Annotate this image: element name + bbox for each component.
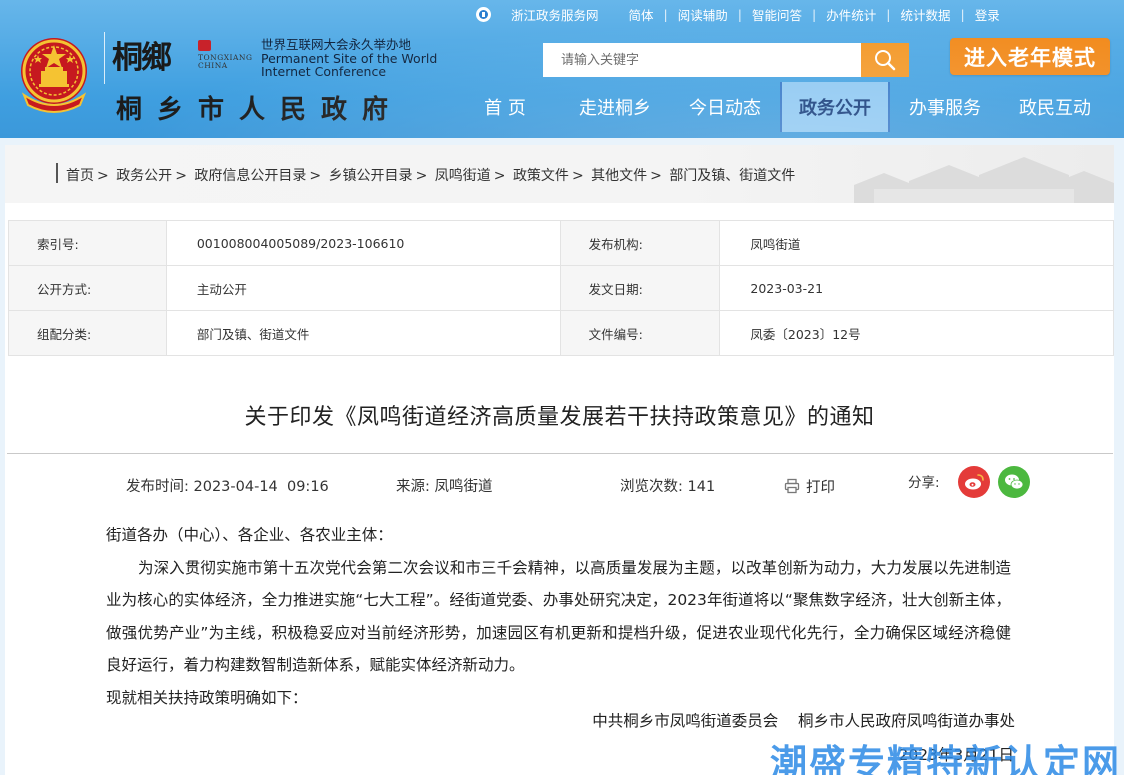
seal-icon bbox=[198, 40, 211, 51]
table-row: 索引号: 001008004005089/2023-106610 发布机构: 凤… bbox=[8, 220, 1114, 266]
document-signer: 中共桐乡市凤鸣街道委员会 桐乡市人民政府凤鸣街道办事处 bbox=[592, 712, 1015, 730]
org-value: 凤鸣街道 bbox=[719, 220, 1114, 266]
views-label: 浏览次数: bbox=[620, 479, 683, 495]
breadcrumb-other-docs[interactable]: 其他文件 bbox=[591, 168, 647, 184]
method-value: 主动公开 bbox=[165, 265, 561, 311]
building-decoration bbox=[854, 157, 1114, 203]
category-value: 部门及镇、街道文件 bbox=[165, 310, 561, 356]
breadcrumb-home[interactable]: 首页 bbox=[66, 168, 94, 184]
task-stats-link[interactable]: 办件统计 bbox=[826, 5, 876, 24]
views-value: 141 bbox=[687, 479, 716, 495]
docno-value: 凤委〔2023〕12号 bbox=[719, 310, 1114, 356]
document-body: 街道各办（中心）、各企业、各农业主体： 为深入贯彻实施市第十五次党代会第二次会议… bbox=[106, 519, 1011, 714]
share-label: 分享: bbox=[908, 475, 940, 491]
source: 来源: 凤鸣街道 bbox=[396, 475, 493, 497]
reading-aid-link[interactable]: 阅读辅助 bbox=[678, 5, 728, 24]
ai-qa-link[interactable]: 智能问答 bbox=[752, 5, 802, 24]
date-value: 2023-03-21 bbox=[719, 265, 1114, 311]
wic-slogan-en2: Internet Conference bbox=[261, 64, 387, 79]
wic-slogan-cn: 世界互联网大会永久举办地 bbox=[261, 37, 412, 52]
org-label: 发布机构: bbox=[559, 220, 721, 266]
breadcrumb: 首页 > 政务公开 > 政府信息公开目录 > 乡镇公开目录 > 凤鸣街道 > 政策文件 > … bbox=[66, 168, 796, 184]
zj-service-icon bbox=[476, 6, 491, 22]
print-icon bbox=[784, 478, 800, 494]
stats-data-link[interactable]: 统计数据 bbox=[900, 5, 950, 24]
watermark-text: 潮盛专精特新认定网 bbox=[770, 742, 1121, 775]
main-nav: 首 页 走进桐乡 今日动态 政务公开 办事服务 政民互动 bbox=[450, 82, 1110, 132]
site-name[interactable]: 桐乡市人民政府 bbox=[116, 89, 403, 126]
tongxiang-latin-logo: TONGXIANG CHINA bbox=[198, 53, 253, 70]
share-weibo-button[interactable] bbox=[958, 466, 990, 498]
nav-about[interactable]: 走进桐乡 bbox=[560, 82, 670, 132]
wechat-icon bbox=[1005, 474, 1024, 490]
publish-time-label: 发布时间: bbox=[126, 479, 189, 495]
nav-home[interactable]: 首 页 bbox=[450, 82, 560, 132]
document-title: 关于印发《凤鸣街道经济高质量发展若干扶持政策意见》的通知 bbox=[244, 405, 875, 430]
breadcrumb-marker bbox=[56, 163, 58, 183]
publish-time: 发布时间: 2023-04-14 09:16 bbox=[126, 475, 329, 497]
breadcrumb-area: 首页 > 政务公开 > 政府信息公开目录 > 乡镇公开目录 > 凤鸣街道 > 政策文件 > … bbox=[5, 145, 1114, 203]
wic-slogan: 世界互联网大会永久举办地 Permanent Site of the World… bbox=[261, 38, 437, 79]
source-label: 来源: bbox=[396, 479, 430, 495]
index-value: 001008004005089/2023-106610 bbox=[165, 220, 561, 266]
publish-time-value: 2023-04-14 09:16 bbox=[193, 479, 329, 495]
tongxiang-calligraphy-logo: 桐鄉 bbox=[112, 40, 172, 76]
method-label: 公开方式: bbox=[8, 265, 167, 311]
print-label: 打印 bbox=[806, 479, 835, 496]
search-button[interactable] bbox=[861, 43, 909, 77]
table-row: 公开方式: 主动公开 发文日期: 2023-03-21 bbox=[8, 265, 1114, 311]
site-header: 浙江政务服务网 简体 | 阅读辅助 | 智能问答 | 办件统计 | 统计数据 |… bbox=[0, 0, 1124, 138]
login-link[interactable]: 登录 bbox=[975, 5, 1000, 24]
print-button[interactable]: 打印 bbox=[784, 475, 835, 497]
title-divider bbox=[7, 453, 1113, 454]
top-utility-bar: 浙江政务服务网 简体 | 阅读辅助 | 智能问答 | 办件统计 | 统计数据 |… bbox=[476, 4, 1000, 24]
nav-services[interactable]: 办事服务 bbox=[890, 82, 1000, 132]
docno-label: 文件编号: bbox=[559, 310, 721, 356]
body-paragraph: 为深入贯彻实施市第十五次党代会第二次会议和市三千会精神，以高质量发展为主题，以改… bbox=[106, 558, 1011, 675]
search-icon bbox=[875, 50, 896, 71]
date-label: 发文日期: bbox=[559, 265, 721, 311]
nav-news[interactable]: 今日动态 bbox=[670, 82, 780, 132]
breadcrumb-gov-affairs[interactable]: 政务公开 bbox=[116, 168, 172, 184]
category-label: 组配分类: bbox=[8, 310, 167, 356]
logo-divider bbox=[104, 32, 105, 84]
zj-service-link[interactable]: 浙江政务服务网 bbox=[511, 5, 599, 24]
nav-gov-affairs[interactable]: 政务公开 bbox=[780, 82, 890, 132]
breadcrumb-policy-docs[interactable]: 政策文件 bbox=[513, 168, 569, 184]
source-value: 凤鸣街道 bbox=[434, 479, 493, 495]
share-wechat-button[interactable] bbox=[998, 466, 1030, 498]
simplified-link[interactable]: 简体 bbox=[629, 5, 654, 24]
nav-interaction[interactable]: 政民互动 bbox=[1000, 82, 1110, 132]
breadcrumb-dept-docs[interactable]: 部门及镇、街道文件 bbox=[669, 168, 795, 184]
view-count: 浏览次数: 141 bbox=[620, 475, 715, 497]
index-label: 索引号: bbox=[8, 220, 167, 266]
weibo-icon bbox=[965, 474, 984, 490]
document-meta-table: 索引号: 001008004005089/2023-106610 发布机构: 凤… bbox=[8, 220, 1114, 356]
article-content: 索引号: 001008004005089/2023-106610 发布机构: 凤… bbox=[5, 203, 1114, 775]
salutation: 街道各办（中心）、各企业、各农业主体： bbox=[106, 526, 393, 544]
breadcrumb-info-catalog[interactable]: 政府信息公开目录 bbox=[194, 168, 306, 184]
national-emblem-icon[interactable] bbox=[14, 33, 94, 117]
elder-mode-button[interactable]: 进入老年模式 bbox=[950, 38, 1110, 75]
breadcrumb-fengming[interactable]: 凤鸣街道 bbox=[435, 168, 491, 184]
breadcrumb-town-catalog[interactable]: 乡镇公开目录 bbox=[329, 168, 413, 184]
table-row: 组配分类: 部门及镇、街道文件 文件编号: 凤委〔2023〕12号 bbox=[8, 310, 1114, 356]
search-input[interactable] bbox=[543, 43, 861, 77]
wic-slogan-en1: Permanent Site of the World bbox=[261, 50, 438, 66]
